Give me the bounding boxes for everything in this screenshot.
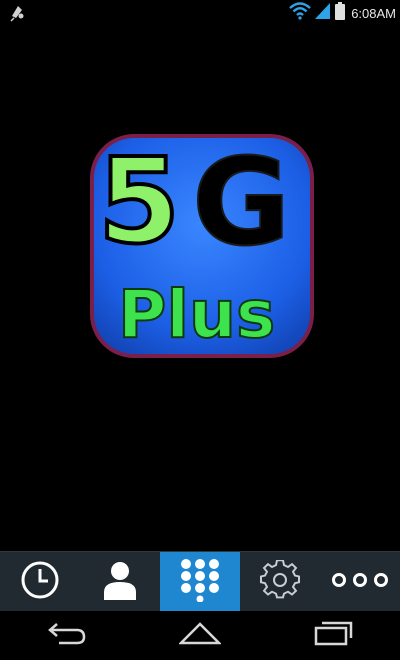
person-icon bbox=[102, 560, 138, 605]
home-button[interactable] bbox=[170, 616, 230, 656]
logo-g-text: G bbox=[192, 134, 291, 273]
back-icon bbox=[47, 620, 87, 651]
logo-5-text: 5 bbox=[98, 132, 180, 270]
5g-plus-logo: 5 G Plus bbox=[88, 130, 316, 360]
battery-icon bbox=[335, 1, 346, 25]
tab-settings[interactable] bbox=[240, 552, 320, 612]
clock-icon bbox=[20, 560, 60, 605]
android-nav-bar bbox=[0, 611, 400, 660]
status-bar: 6:08AM bbox=[0, 0, 400, 26]
back-button[interactable] bbox=[37, 616, 97, 656]
recent-apps-button[interactable] bbox=[303, 616, 363, 656]
tab-contacts[interactable] bbox=[80, 552, 160, 612]
app-notification-icon bbox=[8, 2, 28, 22]
recent-apps-icon bbox=[313, 620, 353, 651]
status-icons: 6:08AM bbox=[289, 0, 396, 26]
more-dots-icon bbox=[330, 570, 390, 595]
signal-icon bbox=[315, 2, 331, 25]
tab-dialpad[interactable] bbox=[160, 552, 240, 612]
wifi-icon bbox=[289, 1, 311, 25]
tab-more[interactable] bbox=[320, 552, 400, 612]
app-screen: 6:08AM 5 G Plus bbox=[0, 0, 400, 660]
bottom-tab-bar bbox=[0, 551, 400, 612]
tab-recents[interactable] bbox=[0, 552, 80, 612]
dialpad-icon bbox=[178, 558, 222, 607]
logo-plus-text: Plus bbox=[118, 276, 275, 353]
gear-icon bbox=[260, 558, 300, 605]
status-time: 6:08AM bbox=[351, 5, 396, 21]
home-icon bbox=[177, 621, 223, 650]
